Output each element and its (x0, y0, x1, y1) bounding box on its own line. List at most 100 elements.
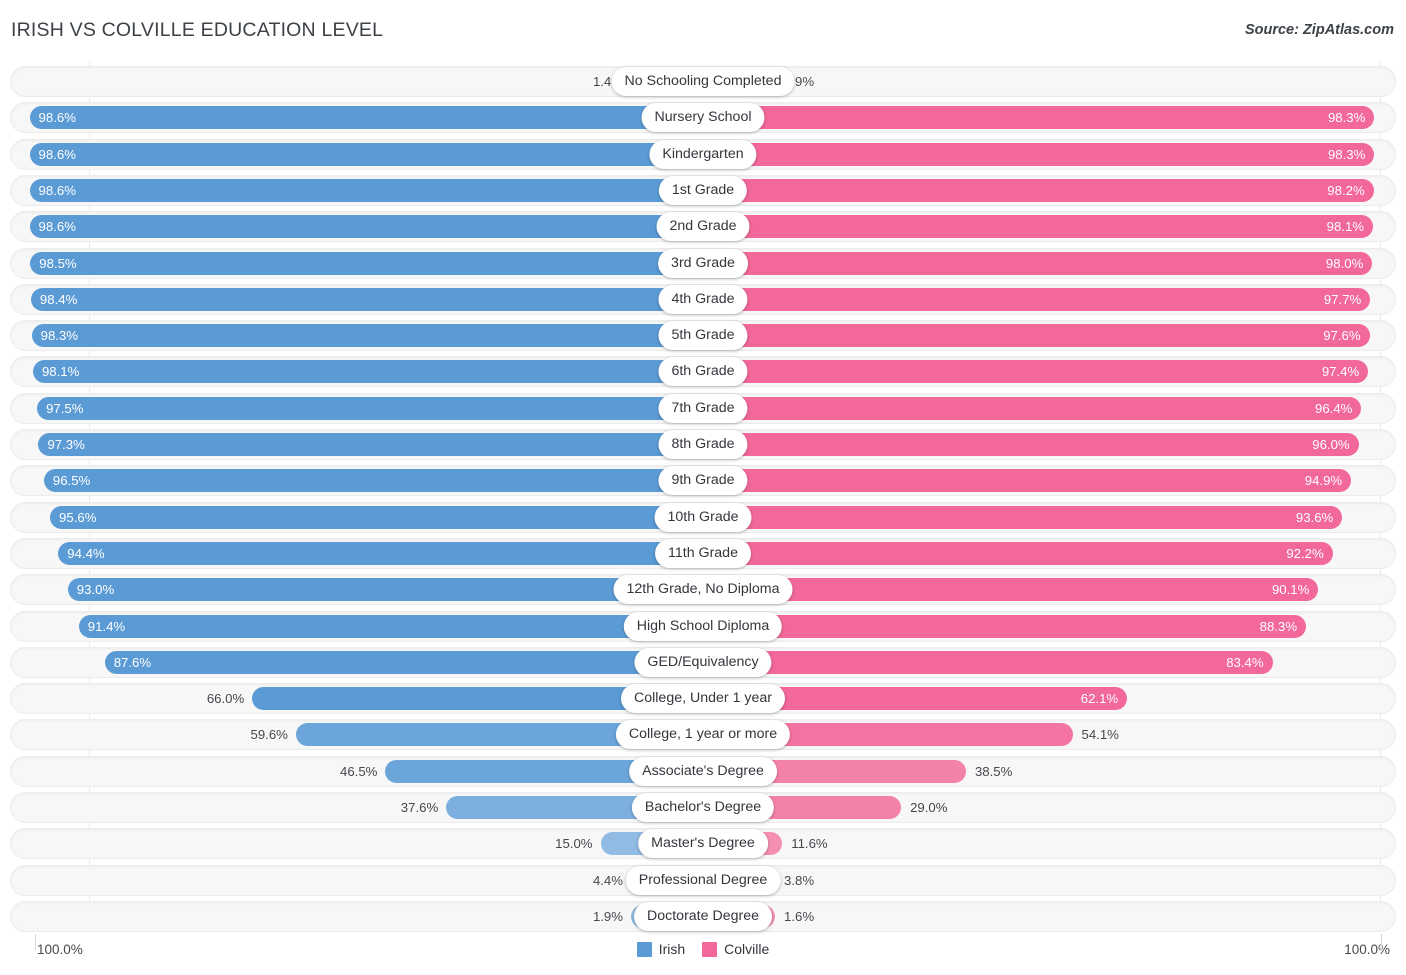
value-label-irish: 4.4% (592, 872, 623, 888)
category-label[interactable]: College, 1 year or more (615, 720, 791, 750)
chart-row: 98.6% 98.2% 1st Grade (10, 174, 1396, 206)
category-label[interactable]: 6th Grade (658, 357, 748, 387)
category-label[interactable]: 10th Grade (654, 502, 752, 532)
value-label-colville: 92.2% (1286, 545, 1324, 561)
value-label-colville: 98.2% (1327, 182, 1365, 198)
value-label-irish: 96.5% (52, 473, 91, 489)
category-label[interactable]: No Schooling Completed (611, 67, 795, 96)
legend-label-colville: Colville (724, 941, 770, 957)
value-label-colville: 54.1% (1081, 727, 1119, 743)
category-label[interactable]: 2nd Grade (656, 212, 750, 242)
value-label-irish: 98.1% (41, 364, 80, 380)
bar-irish[interactable] (29, 215, 703, 239)
bar-irish[interactable] (29, 106, 703, 130)
chart-row: 59.6% 54.1% College, 1 year or more (10, 719, 1396, 751)
value-label-colville: 29.0% (910, 800, 948, 815)
bar-irish[interactable] (78, 614, 703, 638)
bar-irish[interactable] (67, 578, 703, 602)
value-label-irish: 46.5% (339, 763, 378, 779)
category-label[interactable]: 3rd Grade (658, 248, 748, 278)
bar-colville[interactable] (703, 433, 1359, 456)
bar-colville[interactable] (703, 578, 1319, 602)
bar-colville[interactable] (703, 287, 1371, 311)
category-label[interactable]: College, Under 1 year (620, 684, 786, 714)
bar-irish[interactable] (104, 650, 703, 674)
value-label-irish: 15.0% (555, 836, 593, 852)
bar-colville[interactable] (703, 650, 1273, 674)
category-label[interactable]: Master's Degree (638, 829, 768, 859)
bar-irish[interactable] (32, 360, 703, 384)
chart-row: 66.0% 62.1% College, Under 1 year (10, 683, 1396, 715)
bar-colville[interactable] (703, 469, 1352, 493)
bar-irish[interactable] (58, 541, 703, 565)
value-label-colville: 62.1% (1080, 691, 1119, 707)
bar-irish[interactable] (43, 469, 703, 493)
chart-row: 97.3% 96.0% 8th Grade (10, 429, 1396, 460)
bar-irish[interactable] (30, 287, 703, 311)
value-label-colville: 3.8% (784, 872, 815, 888)
bar-colville[interactable] (703, 142, 1375, 166)
bar-irish[interactable] (30, 251, 703, 275)
bar-irish[interactable] (29, 178, 703, 202)
category-label[interactable]: Kindergarten (649, 139, 757, 169)
category-label[interactable]: 8th Grade (658, 430, 748, 459)
bar-colville[interactable] (703, 324, 1370, 348)
bar-colville[interactable] (703, 614, 1307, 638)
source-attribution: Source: ZipAtlas.com (1244, 22, 1394, 38)
page-title: IRISH VS COLVILLE EDUCATION LEVEL (11, 19, 384, 41)
value-label-colville: 98.1% (1326, 219, 1365, 235)
bar-irish[interactable] (38, 433, 703, 456)
bar-colville[interactable] (703, 505, 1343, 529)
category-label[interactable]: GED/Equivalency (634, 647, 772, 677)
value-label-colville: 11.6% (791, 836, 828, 852)
category-label[interactable]: 11th Grade (655, 538, 751, 568)
bar-colville[interactable] (703, 106, 1375, 130)
bar-colville[interactable] (703, 251, 1373, 275)
bar-irish[interactable] (50, 505, 703, 529)
legend-swatch-irish (636, 941, 652, 957)
chart-row: 98.6% 98.3% Kindergarten (10, 138, 1396, 170)
bar-colville[interactable] (703, 396, 1362, 420)
value-label-irish: 97.3% (47, 437, 85, 452)
chart-row: 15.0% 11.6% Master's Degree (10, 828, 1396, 860)
bar-colville[interactable] (703, 178, 1374, 202)
value-label-colville: 90.1% (1271, 582, 1310, 598)
chart-header: IRISH VS COLVILLE EDUCATION LEVEL Source… (0, 0, 1406, 62)
bar-irish[interactable] (37, 396, 703, 420)
chart-row: 1.9% 1.6% Doctorate Degree (10, 900, 1396, 932)
category-label[interactable]: Professional Degree (625, 865, 781, 895)
category-label[interactable]: Nursery School (641, 103, 765, 133)
legend-item-irish[interactable]: Irish (636, 941, 685, 957)
category-label[interactable]: 4th Grade (658, 284, 748, 314)
legend-item-colville[interactable]: Colville (702, 941, 769, 957)
chart-row: 98.5% 98.0% 3rd Grade (10, 247, 1396, 279)
chart-row: 93.0% 90.1% 12th Grade, No Diploma (10, 574, 1396, 606)
value-label-irish: 98.6% (38, 110, 76, 126)
value-label-colville: 98.3% (1327, 146, 1366, 162)
bar-colville[interactable] (703, 215, 1374, 239)
value-label-colville: 93.6% (1295, 509, 1334, 525)
category-label[interactable]: 9th Grade (658, 466, 748, 496)
value-label-colville: 96.4% (1315, 400, 1353, 416)
chart-row: 4.4% 3.8% Professional Degree (10, 864, 1396, 896)
chart-row: 1.4% 1.9% No Schooling Completed (10, 66, 1396, 97)
bar-colville[interactable] (703, 541, 1333, 565)
category-label[interactable]: Bachelor's Degree (631, 793, 775, 822)
bar-irish[interactable] (29, 142, 703, 166)
category-label[interactable]: 7th Grade (658, 393, 748, 423)
bar-irish[interactable] (31, 324, 703, 348)
value-label-colville: 83.4% (1226, 654, 1264, 670)
category-label[interactable]: Doctorate Degree (634, 901, 772, 931)
category-label[interactable]: 12th Grade, No Diploma (613, 575, 793, 605)
value-label-irish: 37.6% (400, 800, 439, 815)
chart-footer: 100.0% 100.0% Irish Colville (0, 934, 1406, 975)
value-label-irish: 98.3% (40, 328, 79, 344)
category-label[interactable]: 5th Grade (658, 321, 748, 351)
category-label[interactable]: High School Diploma (623, 611, 783, 641)
category-label[interactable]: Associate's Degree (629, 756, 777, 786)
value-label-colville: 1.6% (784, 908, 815, 924)
category-label[interactable]: 1st Grade (658, 175, 748, 205)
value-label-colville: 88.3% (1259, 618, 1298, 634)
value-label-colville: 97.4% (1321, 364, 1360, 380)
bar-colville[interactable] (703, 360, 1369, 384)
